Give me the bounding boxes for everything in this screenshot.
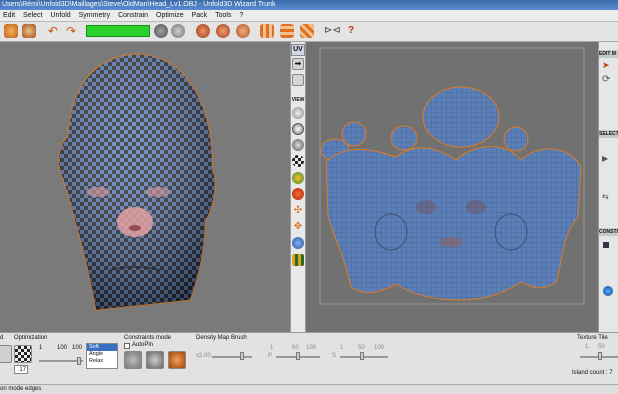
s-slider[interactable] xyxy=(340,356,388,358)
texture-tick-1: 1 xyxy=(585,344,589,350)
optimization-tick-mid: 100 xyxy=(57,345,68,351)
s-tick-1: 1 xyxy=(340,345,344,351)
uv-label: UV xyxy=(291,44,305,56)
texture-tick-50: 50 xyxy=(598,344,605,350)
pack-icon[interactable] xyxy=(260,24,274,38)
autopin-checkbox[interactable] xyxy=(124,343,130,349)
mode-relax[interactable]: Relax xyxy=(87,358,117,365)
uv-islands xyxy=(319,47,585,305)
pack-alt-icon[interactable] xyxy=(280,24,294,38)
density-value: x2.00 xyxy=(196,353,211,359)
pan-icon[interactable]: ✥ xyxy=(292,221,304,233)
texture-tile-label: Texture Tile xyxy=(577,335,608,341)
p-label: P xyxy=(268,353,273,359)
island-count: Island count : 7 xyxy=(572,370,613,376)
3d-viewport[interactable] xyxy=(0,42,290,332)
menu-edit[interactable]: Edit xyxy=(0,10,18,21)
optimization-tick-max: 100 xyxy=(72,345,83,351)
menu-bar: Edit Select Unfold Symmetry Constrain Op… xyxy=(0,10,618,22)
autopin-label: AutoPin xyxy=(132,342,154,348)
p-tick-50: 50 xyxy=(292,345,299,351)
mode-soft[interactable]: Soft xyxy=(87,344,117,351)
menu-help[interactable]: ? xyxy=(236,10,246,21)
menu-optimize[interactable]: Optimize xyxy=(153,10,187,21)
optimize-icon[interactable] xyxy=(216,24,230,38)
optimization-mode-list[interactable]: Soft Angle Relax xyxy=(86,343,118,369)
select-edges-icon[interactable]: ⇆ xyxy=(602,192,609,201)
rotate-icon[interactable]: ⟳ xyxy=(602,74,610,85)
s-label: S xyxy=(332,353,337,359)
menu-select[interactable]: Select xyxy=(20,10,45,21)
shaded-sphere-icon[interactable] xyxy=(292,139,304,151)
head-mesh-3d xyxy=(58,53,216,311)
density-map-label: Density Map Brush xyxy=(196,335,247,341)
select-arrow-icon[interactable]: ▶ xyxy=(602,154,608,163)
edit-mode-header: EDIT M xyxy=(599,50,618,58)
checker-button[interactable] xyxy=(14,345,32,363)
mirror-icon[interactable]: ⊳⊲ xyxy=(324,24,341,38)
sphere-view-icon[interactable] xyxy=(292,107,304,119)
iterations-spinner[interactable]: 17 xyxy=(14,365,28,374)
status-bar: on mode edges xyxy=(0,384,618,394)
optimization-slider-knob[interactable] xyxy=(77,357,81,365)
unfold-icon[interactable] xyxy=(196,24,210,38)
menu-constrain[interactable]: Constrain xyxy=(115,10,151,21)
menu-pack[interactable]: Pack xyxy=(189,10,211,21)
rotate-view-icon[interactable] xyxy=(292,237,304,249)
sphere-alt-icon[interactable] xyxy=(171,24,185,38)
save-icon[interactable] xyxy=(22,24,36,38)
color-sphere-icon[interactable] xyxy=(292,172,304,184)
cropped-button[interactable] xyxy=(0,345,12,363)
view-label: VIEW xyxy=(291,97,305,103)
grid-icon[interactable] xyxy=(292,74,304,86)
red-sphere-icon[interactable] xyxy=(292,188,304,200)
s-slider-knob[interactable] xyxy=(360,352,364,360)
constraint-gear-button-3[interactable] xyxy=(168,351,186,369)
texture-grid-icon[interactable] xyxy=(292,254,304,266)
texture-tile-knob[interactable] xyxy=(598,352,602,360)
p-tick-1: 1 xyxy=(270,345,274,351)
help-icon[interactable]: ? xyxy=(344,24,358,38)
density-slider-knob[interactable] xyxy=(240,352,244,360)
main-toolbar: ↶ ↷ ⊳⊲ ? xyxy=(0,22,618,42)
constraint-gear-button-1[interactable] xyxy=(124,351,142,369)
status-text: on mode edges xyxy=(0,386,42,392)
pointer-icon[interactable]: ➤ xyxy=(602,60,610,71)
s-tick-50: 50 xyxy=(358,345,365,351)
select-header: SELECT xyxy=(599,130,618,138)
open-icon[interactable] xyxy=(4,24,18,38)
menu-symmetry[interactable]: Symmetry xyxy=(76,10,114,21)
tile-icon[interactable] xyxy=(300,24,314,38)
mode-angle[interactable]: Angle xyxy=(87,351,117,358)
menu-tools[interactable]: Tools xyxy=(212,10,234,21)
optimization-label: Optimization xyxy=(14,335,48,341)
checker-sphere-icon[interactable] xyxy=(292,155,304,167)
sphere-icon[interactable] xyxy=(154,24,168,38)
constraints-header: CONSTI xyxy=(599,228,618,236)
constraints-mode-label: Constraints mode xyxy=(124,335,172,341)
s-tick-100: 100 xyxy=(374,345,385,351)
arrow-right-icon[interactable]: ➡ xyxy=(292,58,304,70)
right-panel: EDIT M ➤ ⟳ SELECT ▶ ⇆ CONSTI xyxy=(598,42,618,332)
p-slider-knob[interactable] xyxy=(296,352,300,360)
cropped-label: d xyxy=(0,335,4,341)
redo-icon[interactable]: ↷ xyxy=(64,24,78,38)
constraint-icon[interactable] xyxy=(603,242,609,248)
relax-icon[interactable] xyxy=(236,24,250,38)
pin-icon[interactable] xyxy=(603,286,613,296)
wire-sphere-icon[interactable] xyxy=(292,123,304,135)
optimization-tick-min: 1 xyxy=(39,345,43,351)
uv-viewport[interactable] xyxy=(306,42,598,332)
constraint-gear-button-2[interactable] xyxy=(146,351,164,369)
undo-icon[interactable]: ↶ xyxy=(46,24,60,38)
window-title: Users\Rémi\Unfold3D\Maillages\Steve\OldM… xyxy=(0,0,618,10)
progress-bar xyxy=(86,25,150,37)
p-tick-100: 100 xyxy=(306,345,317,351)
menu-unfold[interactable]: Unfold xyxy=(47,10,73,21)
density-slider[interactable] xyxy=(212,356,252,358)
move-icon[interactable]: ✣ xyxy=(292,205,304,217)
bottom-panel: d Optimization 1 100 100 17 Soft Angle R… xyxy=(0,332,618,384)
